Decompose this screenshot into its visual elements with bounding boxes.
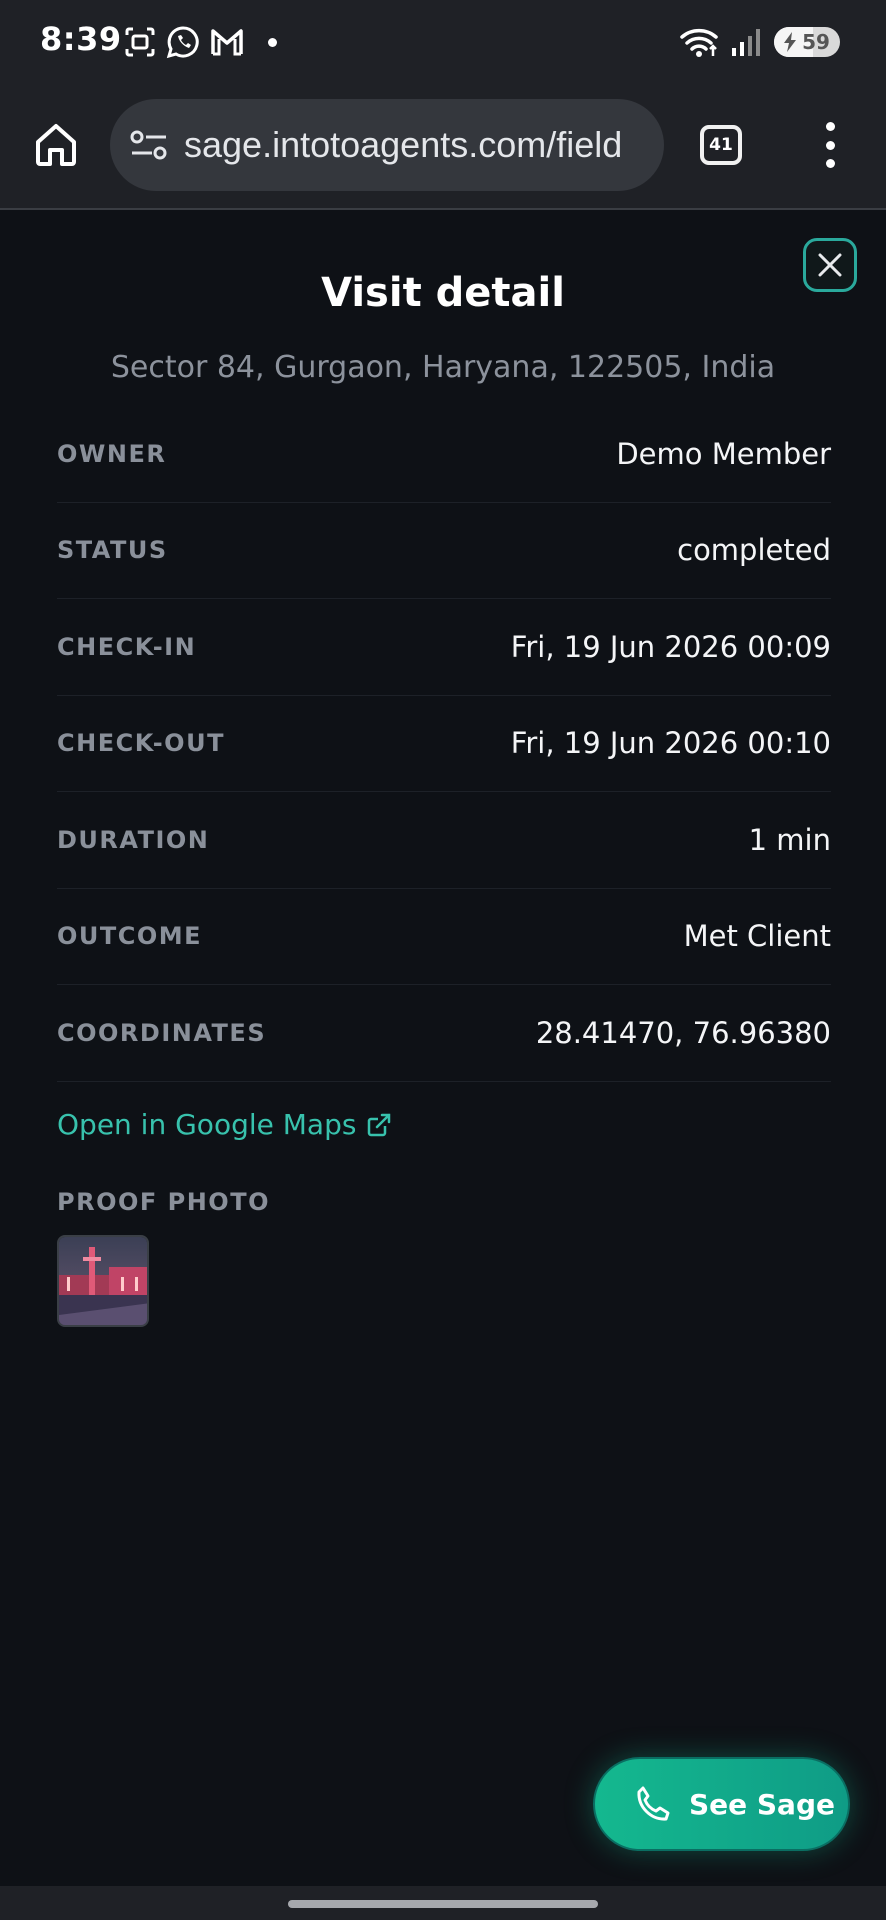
screenshot-icon — [125, 27, 155, 57]
detail-value: 28.41470, 76.96380 — [535, 1015, 831, 1050]
detail-label: OWNER — [57, 439, 167, 468]
proof-photo-label: PROOF PHOTO — [57, 1188, 270, 1216]
detail-label: OUTCOME — [57, 922, 203, 951]
tab-switcher-button[interactable]: 41 — [700, 125, 742, 165]
charging-bolt-icon — [784, 32, 796, 52]
gmail-icon — [211, 29, 243, 56]
site-settings-icon[interactable] — [130, 130, 168, 160]
see-sage-label[interactable]: See Sage — [689, 1788, 835, 1821]
overflow-menu-icon[interactable] — [810, 122, 850, 168]
proof-photo-thumbnail[interactable] — [57, 1235, 149, 1327]
detail-row-owner: OWNER Demo Member — [57, 406, 831, 503]
phone-icon — [637, 1786, 670, 1821]
detail-row-check-in: CHECK-IN Fri, 19 Jun 2026 00:09 — [57, 599, 831, 696]
detail-value: Fri, 19 Jun 2026 00:10 — [510, 726, 831, 761]
detail-row-duration: DURATION 1 min — [57, 792, 831, 889]
detail-label: CHECK-IN — [57, 632, 197, 661]
detail-value: 1 min — [748, 822, 831, 857]
system-icons: 59 — [680, 24, 840, 60]
status-bar: 8:39 59 — [0, 0, 886, 82]
detail-row-coordinates: COORDINATES 28.41470, 76.96380 — [57, 985, 831, 1082]
maps-link-label[interactable]: Open in Google Maps — [57, 1108, 356, 1141]
wifi-icon — [680, 29, 718, 57]
status-time: 8:39 — [40, 20, 122, 58]
open-in-maps-link[interactable]: Open in Google Maps — [57, 1108, 392, 1141]
detail-label: STATUS — [57, 536, 168, 565]
whatsapp-icon — [166, 26, 199, 59]
gesture-nav-bar — [0, 1886, 886, 1920]
detail-row-outcome: OUTCOME Met Client — [57, 889, 831, 985]
notification-icons — [124, 24, 277, 60]
proof-photo-image — [59, 1237, 147, 1325]
address-bar[interactable]: sage.intotoagents.com/field — [110, 99, 664, 191]
home-gesture-handle[interactable] — [288, 1900, 598, 1908]
signal-icon — [732, 29, 760, 56]
visit-detail-panel: Visit detail Sector 84, Gurgaon, Haryana… — [0, 212, 886, 1886]
url-text[interactable]: sage.intotoagents.com/field — [184, 124, 622, 166]
notification-dot — [268, 37, 277, 47]
see-sage-button[interactable]: See Sage — [593, 1757, 850, 1851]
detail-value: completed — [677, 533, 831, 568]
detail-value: Fri, 19 Jun 2026 00:09 — [510, 629, 831, 664]
page-title: Visit detail — [321, 270, 565, 316]
detail-label: DURATION — [57, 825, 210, 854]
detail-row-check-out: CHECK-OUT Fri, 19 Jun 2026 00:10 — [57, 696, 831, 792]
battery-indicator: 59 — [774, 27, 840, 57]
home-icon[interactable] — [32, 120, 80, 168]
detail-list: OWNER Demo Member STATUS completed CHECK… — [57, 406, 831, 1082]
detail-value: Met Client — [683, 919, 831, 954]
browser-toolbar: sage.intotoagents.com/field 41 — [0, 82, 886, 210]
detail-row-status: STATUS completed — [57, 503, 831, 599]
detail-label: COORDINATES — [57, 1018, 267, 1047]
detail-value: Demo Member — [616, 436, 831, 471]
detail-label: CHECK-OUT — [57, 729, 225, 758]
visit-address: Sector 84, Gurgaon, Haryana, 122505, Ind… — [110, 350, 776, 385]
battery-percent: 59 — [802, 30, 830, 54]
external-link-icon[interactable] — [366, 1112, 392, 1138]
